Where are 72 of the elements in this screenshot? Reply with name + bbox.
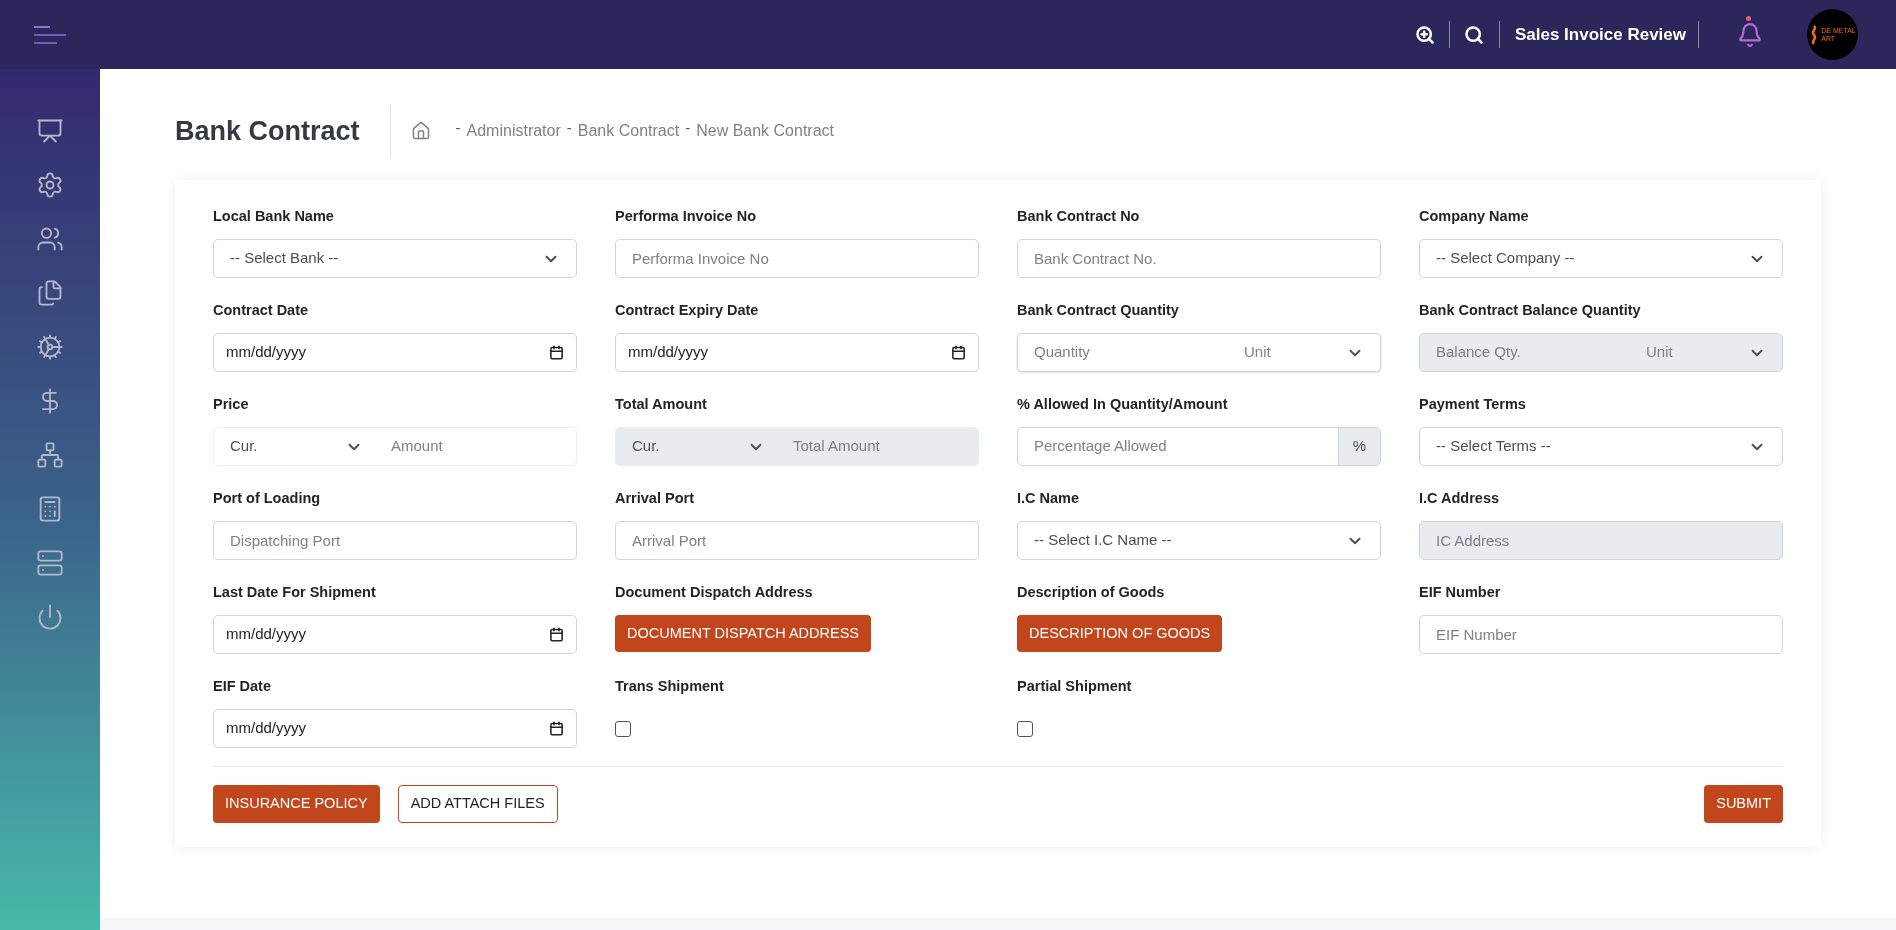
percent-addon: % xyxy=(1338,428,1380,465)
field-label: Bank Contract Quantity xyxy=(1017,301,1179,319)
field-label: I.C Address xyxy=(1419,489,1500,507)
server-icon[interactable] xyxy=(36,549,64,577)
field-label: Last Date For Shipment xyxy=(213,583,376,601)
field-label: Port of Loading xyxy=(213,489,321,507)
calendar-icon xyxy=(549,345,564,360)
menu-icon[interactable] xyxy=(34,25,66,44)
field-label: Performa Invoice No xyxy=(615,207,756,225)
select-field[interactable]: -- Select Bank -- xyxy=(213,239,577,278)
field-label: % Allowed In Quantity/Amount xyxy=(1017,395,1228,413)
breadcrumb-separator: - xyxy=(685,117,691,138)
page-title-link[interactable]: Sales Invoice Review xyxy=(1514,21,1686,48)
bell-icon[interactable] xyxy=(1737,21,1763,48)
date-field[interactable]: mm/dd/yyyy xyxy=(213,333,577,372)
text-field[interactable]: Bank Contract No. xyxy=(1017,239,1381,278)
field-label: Company Name xyxy=(1419,207,1529,225)
field-label: EIF Date xyxy=(213,677,271,695)
users-icon[interactable] xyxy=(36,225,64,253)
amount-field[interactable]: Cur. Amount xyxy=(213,427,577,466)
breadcrumb-link[interactable]: New Bank Contract xyxy=(696,119,834,143)
select-field[interactable]: -- Select Company -- xyxy=(1419,239,1783,278)
settings-icon[interactable] xyxy=(36,171,64,199)
search-icon[interactable] xyxy=(1463,24,1484,45)
select-field[interactable]: -- Select I.C Name -- xyxy=(1017,521,1381,560)
breadcrumb-separator: - xyxy=(455,117,461,138)
text-field[interactable]: Dispatching Port xyxy=(213,521,577,560)
chart-board-icon[interactable] xyxy=(36,117,64,145)
field-label: Description of Goods xyxy=(1017,583,1165,601)
percentage-field[interactable]: Percentage Allowed % xyxy=(1017,427,1381,466)
checkbox[interactable] xyxy=(1017,720,1033,737)
date-field[interactable]: mm/dd/yyyy xyxy=(213,615,577,654)
field-label: Local Bank Name xyxy=(213,207,334,225)
checkbox[interactable] xyxy=(615,720,631,737)
field-label: Bank Contract Balance Quantity xyxy=(1419,301,1641,319)
date-field[interactable]: mm/dd/yyyy xyxy=(615,333,979,372)
action-button[interactable]: INSURANCE POLICY xyxy=(213,785,380,823)
field-label: Payment Terms xyxy=(1419,395,1526,413)
page-heading: Bank Contract xyxy=(175,114,361,148)
calendar-icon xyxy=(549,627,564,642)
action-button[interactable]: SUBMIT xyxy=(1704,785,1783,823)
date-field[interactable]: mm/dd/yyyy xyxy=(213,709,577,748)
hierarchy-icon[interactable] xyxy=(36,441,64,469)
home-icon[interactable] xyxy=(410,121,431,141)
breadcrumb-link[interactable]: Administrator xyxy=(466,119,561,143)
field-label: Total Amount xyxy=(615,395,707,413)
text-field[interactable]: Performa Invoice No xyxy=(615,239,979,278)
text-field[interactable]: EIF Number xyxy=(1419,615,1783,654)
field-label: Document Dispatch Address xyxy=(615,583,813,601)
quantity-field[interactable]: Quantity Unit xyxy=(1017,333,1381,372)
field-label: EIF Number xyxy=(1419,583,1501,601)
dialog-button[interactable]: DOCUMENT DISPATCH ADDRESS xyxy=(615,615,872,652)
dialog-button[interactable]: DESCRIPTION OF GOODS xyxy=(1017,615,1223,652)
breadcrumb-link[interactable]: Bank Contract xyxy=(577,119,680,143)
breadcrumb-separator: - xyxy=(566,117,572,138)
field-label: Trans Shipment xyxy=(615,677,724,695)
power-icon[interactable] xyxy=(36,603,64,631)
calendar-icon xyxy=(549,721,564,736)
field-label: Contract Expiry Date xyxy=(615,301,759,319)
field-label: Arrival Port xyxy=(615,489,694,507)
documents-icon[interactable] xyxy=(36,279,64,307)
action-button[interactable]: ADD ATTACH FILES xyxy=(397,785,558,823)
field-label: Partial Shipment xyxy=(1017,677,1132,695)
calendar-icon xyxy=(951,345,966,360)
field-label: Bank Contract No xyxy=(1017,207,1140,225)
field-label: Price xyxy=(213,395,249,413)
text-field[interactable]: Arrival Port xyxy=(615,521,979,560)
select-field[interactable]: -- Select Terms -- xyxy=(1419,427,1783,466)
field-label: Contract Date xyxy=(213,301,309,319)
field-label: I.C Name xyxy=(1017,489,1080,507)
gears-icon[interactable] xyxy=(36,333,64,361)
zoom-in-icon[interactable] xyxy=(1414,24,1435,45)
